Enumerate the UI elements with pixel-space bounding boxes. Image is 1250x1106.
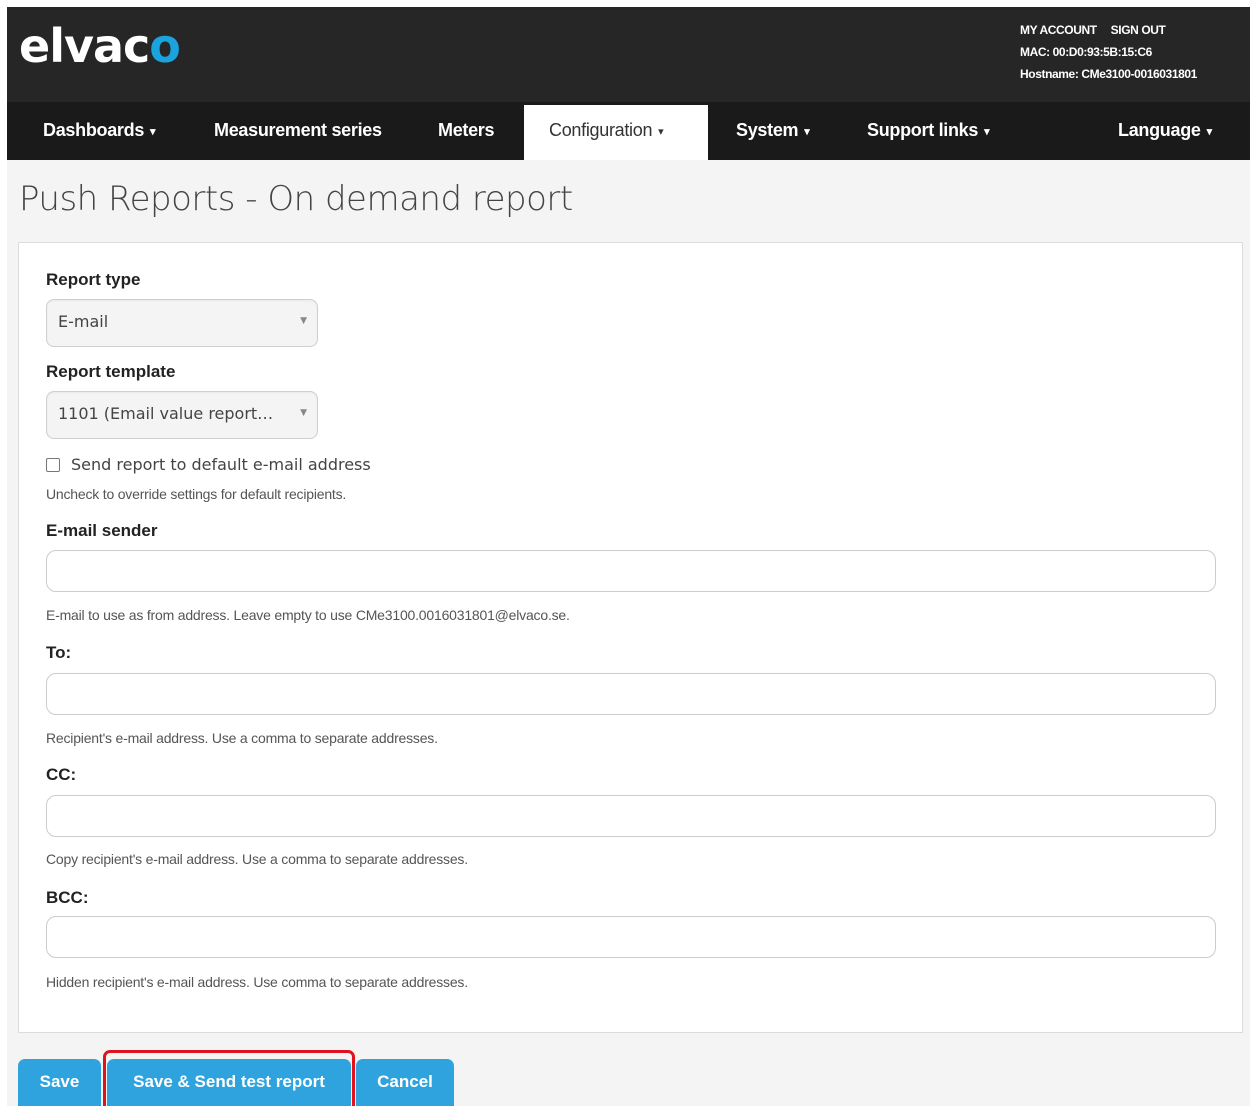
- main-nav: Dashboards ▾ Measurement series Meters Co…: [7, 102, 1250, 160]
- chevron-down-icon: ▾: [150, 126, 156, 138]
- save-send-test-button[interactable]: Save & Send test report: [107, 1059, 351, 1106]
- chevron-down-icon: ▾: [984, 126, 990, 138]
- elvaco-logo[interactable]: elvaco: [19, 19, 181, 73]
- cc-help: Copy recipient's e-mail address. Use a c…: [46, 851, 468, 867]
- dropdown-arrow-icon: ▼: [300, 316, 307, 326]
- nav-language-label: Language: [1118, 120, 1201, 140]
- nav-dashboards[interactable]: Dashboards ▾: [43, 105, 156, 160]
- report-type-value: E-mail: [58, 312, 109, 331]
- nav-dashboards-label: Dashboards: [43, 120, 145, 140]
- nav-support-links[interactable]: Support links ▾: [867, 105, 990, 160]
- email-sender-input[interactable]: [46, 550, 1216, 592]
- default-email-help: Uncheck to override settings for default…: [46, 486, 347, 502]
- nav-meters-label: Meters: [438, 120, 495, 140]
- default-email-row: Send report to default e-mail address: [46, 455, 371, 474]
- report-type-select[interactable]: E-mail ▼: [46, 299, 318, 347]
- bcc-label: BCC:: [46, 888, 89, 907]
- hostname: Hostname: CMe3100-0016031801: [1020, 67, 1197, 81]
- nav-system[interactable]: System ▾: [736, 105, 810, 160]
- mac-address: MAC: 00:D0:93:5B:15:C6: [1020, 45, 1152, 59]
- email-sender-help: E-mail to use as from address. Leave emp…: [46, 607, 570, 623]
- report-template-value: 1101 (Email value report…: [58, 404, 274, 423]
- email-sender-label: E-mail sender: [46, 521, 158, 540]
- nav-support-links-label: Support links: [867, 120, 979, 140]
- report-template-label: Report template: [46, 362, 176, 381]
- nav-system-label: System: [736, 120, 799, 140]
- cancel-button[interactable]: Cancel: [356, 1059, 454, 1106]
- save-button[interactable]: Save: [18, 1059, 101, 1106]
- nav-configuration[interactable]: Configuration ▾: [524, 105, 708, 160]
- chevron-down-icon: ▾: [658, 126, 664, 138]
- nav-measurement-series-label: Measurement series: [214, 120, 382, 140]
- to-label: To:: [46, 643, 72, 662]
- report-type-label: Report type: [46, 270, 141, 289]
- default-email-checkbox[interactable]: [46, 457, 60, 472]
- to-input[interactable]: [46, 673, 1216, 715]
- account-panel: MY ACCOUNT SIGN OUT MAC: 00:D0:93:5B:15:…: [1020, 23, 1230, 89]
- page-title: Push Reports - On demand report: [19, 179, 573, 219]
- logo-text: elvac: [19, 19, 150, 73]
- nav-measurement-series[interactable]: Measurement series: [214, 105, 382, 160]
- nav-configuration-label: Configuration: [549, 120, 653, 140]
- default-email-label: Send report to default e-mail address: [71, 455, 371, 474]
- nav-meters[interactable]: Meters: [438, 105, 495, 160]
- form-panel: Report type E-mail ▼ Report template 110…: [18, 242, 1243, 1033]
- report-template-select[interactable]: 1101 (Email value report… ▼: [46, 391, 318, 439]
- sign-out-link[interactable]: SIGN OUT: [1111, 23, 1166, 37]
- chevron-down-icon: ▾: [804, 126, 810, 138]
- logo-accent: o: [149, 19, 181, 73]
- bcc-help: Hidden recipient's e-mail address. Use c…: [46, 974, 468, 990]
- my-account-link[interactable]: MY ACCOUNT: [1020, 23, 1097, 37]
- cc-label: CC:: [46, 765, 77, 784]
- top-header: elvaco MY ACCOUNT SIGN OUT MAC: 00:D0:93…: [7, 7, 1250, 102]
- dropdown-arrow-icon: ▼: [300, 408, 307, 418]
- chevron-down-icon: ▾: [1206, 126, 1213, 138]
- to-help: Recipient's e-mail address. Use a comma …: [46, 730, 438, 746]
- cc-input[interactable]: [46, 795, 1216, 837]
- bcc-input[interactable]: [46, 916, 1216, 958]
- app-frame: elvaco MY ACCOUNT SIGN OUT MAC: 00:D0:93…: [7, 7, 1250, 1106]
- nav-language[interactable]: Language ▾: [1118, 105, 1212, 160]
